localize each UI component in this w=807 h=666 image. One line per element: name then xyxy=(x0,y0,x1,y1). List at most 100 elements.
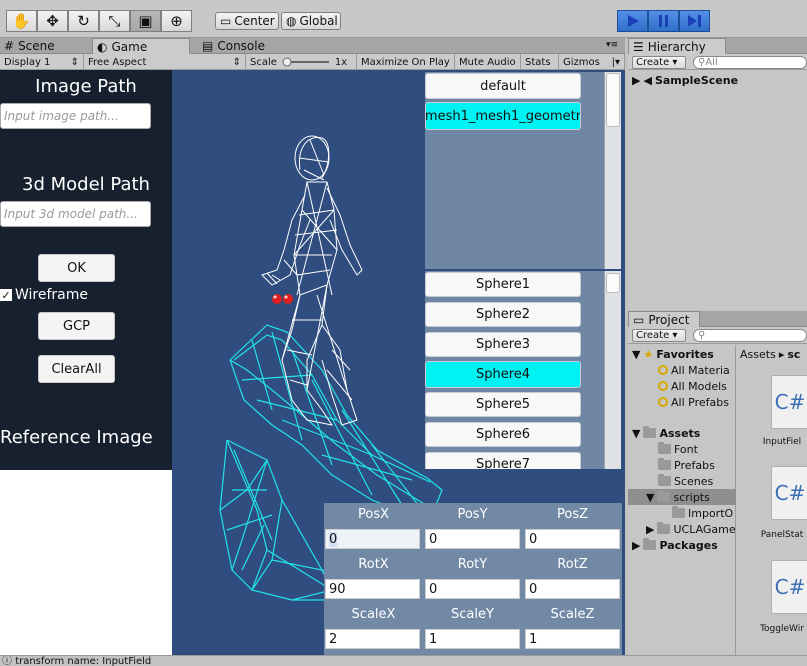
game-icon: ◐ xyxy=(97,39,108,54)
tab-hierarchy[interactable]: ☰ Hierarchy xyxy=(628,38,726,54)
rotz-label: RotZ xyxy=(557,557,588,572)
tab-menu-icon[interactable]: ▾≡ xyxy=(606,40,618,50)
clear-all-button[interactable]: ClearAll xyxy=(38,355,115,383)
rotate-tool-icon[interactable]: ↻ xyxy=(68,10,99,32)
assets-node[interactable]: ▼ Assets xyxy=(632,425,700,441)
sphere-item[interactable]: Sphere6 xyxy=(425,422,581,447)
wireframe-toggle[interactable]: ✓ Wireframe xyxy=(0,287,88,303)
scrollbar-thumb[interactable] xyxy=(606,73,620,127)
triangle-right-icon[interactable]: ▶ xyxy=(646,523,654,536)
mesh-list-scrollbar[interactable] xyxy=(604,72,621,269)
status-bar: ⓘ transform name: InputField xyxy=(0,655,807,666)
sphere-item[interactable]: Sphere1 xyxy=(425,272,581,297)
hand-tool-icon[interactable]: ✋ xyxy=(6,10,37,32)
mesh-item-selected[interactable]: mesh1_mesh1_geometr xyxy=(425,102,581,130)
model-path-input[interactable]: Input 3d model path... xyxy=(0,201,151,227)
scaley-label: ScaleY xyxy=(451,607,494,622)
transform-tool-icon[interactable]: ⊕ xyxy=(161,10,192,32)
tab-project[interactable]: ▭ Project xyxy=(628,311,700,327)
step-button[interactable] xyxy=(679,10,710,32)
hierarchy-search-input[interactable]: ⚲ All xyxy=(693,56,807,69)
favorite-item[interactable]: All Prefabs xyxy=(658,394,729,410)
roty-label: RotY xyxy=(457,557,488,572)
folder-icon xyxy=(643,426,657,438)
ok-button[interactable]: OK xyxy=(38,254,115,282)
sphere-item[interactable]: Sphere3 xyxy=(425,332,581,357)
scale-slider[interactable]: Scale 1x xyxy=(246,54,357,70)
scaley-input[interactable]: 1 xyxy=(425,629,520,649)
triangle-right-icon[interactable]: ▶ xyxy=(632,539,640,552)
aspect-dropdown[interactable]: Free Aspect ⇕ xyxy=(84,54,246,70)
file-name: PanelStat xyxy=(760,530,804,540)
csharp-file-icon[interactable]: C# xyxy=(771,466,807,520)
triangle-down-icon[interactable]: ▼ xyxy=(632,348,640,361)
folder-icon xyxy=(658,442,671,454)
rect-tool-icon[interactable]: ▣ xyxy=(130,10,161,32)
gcp-button[interactable]: GCP xyxy=(38,312,115,340)
pivot-toggle[interactable]: ▭ Center xyxy=(215,12,279,30)
play-icon xyxy=(627,15,639,27)
csharp-file-icon[interactable]: C# xyxy=(771,375,807,429)
folder-item[interactable]: Font xyxy=(658,441,698,457)
csharp-file-icon[interactable]: C# xyxy=(771,560,807,614)
play-button[interactable] xyxy=(617,10,648,32)
mesh-item-default[interactable]: default xyxy=(425,73,581,99)
tab-game[interactable]: ◐ Game xyxy=(92,38,190,54)
sphere-list-scrollbar[interactable] xyxy=(604,271,621,469)
reference-image-title: Reference Image xyxy=(0,427,153,448)
posz-input[interactable]: 0 xyxy=(525,529,620,549)
triangle-down-icon[interactable]: ▼ xyxy=(632,427,640,440)
pause-button[interactable] xyxy=(648,10,679,32)
folder-icon: ▭ xyxy=(633,312,645,327)
packages-node[interactable]: ▶ Packages xyxy=(632,537,718,553)
space-toggle[interactable]: ◍ Global xyxy=(281,12,341,30)
maximize-on-play-toggle[interactable]: Maximize On Play xyxy=(357,54,455,70)
scalex-input[interactable]: 2 xyxy=(325,629,420,649)
folder-item-scripts[interactable]: ▼ scripts xyxy=(646,489,710,505)
move-tool-icon[interactable]: ✥ xyxy=(37,10,68,32)
favorites-node[interactable]: ▼ ★ Favorites xyxy=(632,346,714,362)
scene-root[interactable]: ▶ ◀ SampleScene xyxy=(632,72,738,88)
step-icon xyxy=(687,15,701,27)
display-dropdown[interactable]: Display 1 ⇕ xyxy=(0,54,84,70)
favorite-item[interactable]: All Models xyxy=(658,378,727,394)
gizmos-dropdown[interactable]: Gizmos |▾ xyxy=(559,54,625,70)
info-icon: ⓘ xyxy=(2,656,12,666)
folder-item[interactable]: ▶ UCLAGame xyxy=(646,521,736,537)
folder-item[interactable]: ImportO xyxy=(672,505,733,521)
posy-input[interactable]: 0 xyxy=(425,529,520,549)
sphere-item[interactable]: Sphere7 xyxy=(425,452,581,469)
hierarchy-create-button[interactable]: Create ▾ xyxy=(632,56,686,69)
rotz-input[interactable]: 0 xyxy=(525,579,620,599)
console-icon: ▤ xyxy=(202,39,214,53)
rotx-input[interactable]: 90 xyxy=(325,579,420,599)
roty-input[interactable]: 0 xyxy=(425,579,520,599)
sphere-item[interactable]: Sphere2 xyxy=(425,302,581,327)
posz-label: PosZ xyxy=(556,507,588,522)
list-icon: ☰ xyxy=(633,39,644,54)
sphere-item[interactable]: Sphere5 xyxy=(425,392,581,417)
project-search-input[interactable]: ⚲ xyxy=(693,329,807,342)
folder-item[interactable]: Scenes xyxy=(658,473,713,489)
stats-toggle[interactable]: Stats xyxy=(521,54,559,70)
project-breadcrumb[interactable]: Assets ▸ sc xyxy=(740,346,800,362)
image-path-input[interactable]: Input image path... xyxy=(0,103,151,129)
checkbox-checked-icon[interactable]: ✓ xyxy=(0,289,12,302)
mute-audio-toggle[interactable]: Mute Audio xyxy=(455,54,521,70)
scalez-input[interactable]: 1 xyxy=(525,629,620,649)
scale-tool-icon[interactable]: ⤡ xyxy=(99,10,130,32)
folder-item[interactable]: Prefabs xyxy=(658,457,715,473)
posx-input[interactable]: 0 xyxy=(325,529,420,549)
favorite-item[interactable]: All Materia xyxy=(658,362,730,378)
model-path-title: 3d Model Path xyxy=(22,174,150,195)
slider-track[interactable] xyxy=(281,57,331,67)
project-create-button[interactable]: Create ▾ xyxy=(632,329,686,342)
tab-scene[interactable]: # Scene xyxy=(0,38,90,54)
tab-console[interactable]: ▤ Console xyxy=(198,38,298,54)
triangle-right-icon[interactable]: ▶ xyxy=(632,74,640,87)
sphere-item-selected[interactable]: Sphere4 xyxy=(425,361,581,388)
triangle-down-icon[interactable]: ▼ xyxy=(646,491,654,504)
pivot-icon: ▭ xyxy=(220,14,232,28)
scrollbar-thumb[interactable] xyxy=(606,273,620,293)
search-icon xyxy=(658,365,668,375)
